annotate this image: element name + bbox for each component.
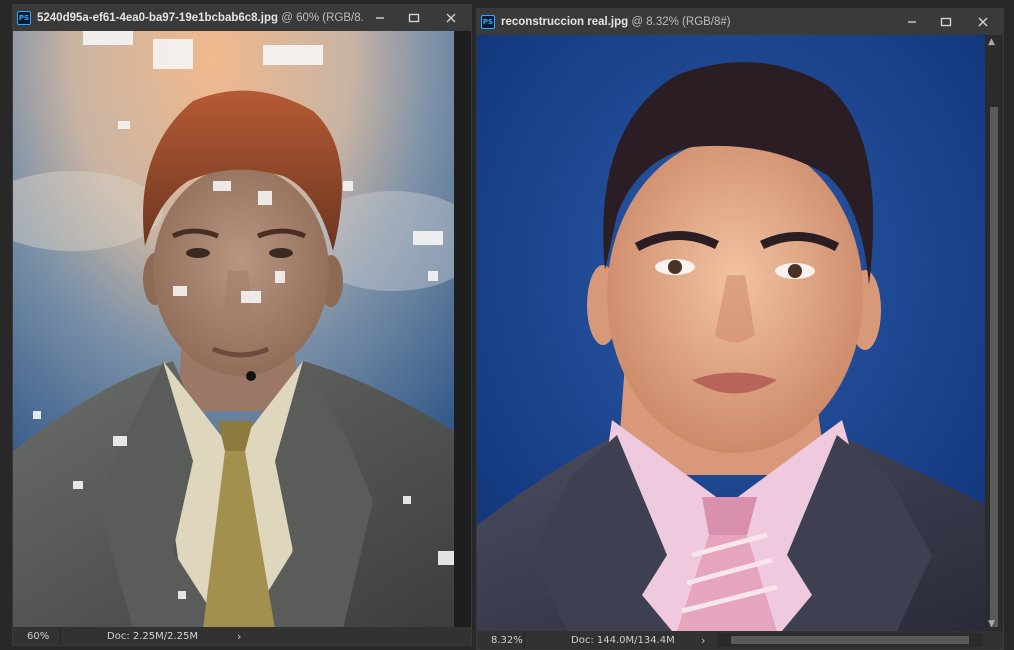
vertical-scrollbar[interactable]: ▲ ▼ [985, 35, 1003, 631]
document-size: Doc: 2.25M/2.25M [107, 630, 199, 642]
window-titlebar[interactable]: PS 5240d95a-ef61-4ea0-ba97-19e1bcbab6c8.… [13, 5, 471, 31]
document-size: Doc: 144.0M/134.4M [571, 634, 675, 646]
chevron-right-icon[interactable]: › [237, 630, 241, 643]
restore-button[interactable] [397, 5, 431, 31]
restore-button[interactable] [929, 9, 963, 35]
scrollbar-thumb[interactable] [731, 636, 969, 644]
file-mode: @ 60% (RGB/8... [278, 12, 363, 24]
close-button[interactable] [431, 5, 471, 31]
document-canvas[interactable] [13, 31, 454, 629]
minimize-icon [376, 17, 384, 19]
status-bar: 8.32% Doc: 144.0M/134.4M › [477, 631, 1003, 649]
scroll-down-icon[interactable]: ▼ [988, 619, 995, 629]
restore-icon [408, 13, 420, 23]
photoshop-icon: PS [17, 11, 31, 25]
window-title: 5240d95a-ef61-4ea0-ba97-19e1bcbab6c8.jpg… [37, 12, 363, 24]
restore-icon [940, 17, 952, 27]
damaged-portrait-image [13, 31, 454, 629]
chevron-right-icon[interactable]: › [701, 634, 705, 647]
scroll-up-icon[interactable]: ▲ [988, 37, 995, 47]
photoshop-icon: PS [481, 15, 495, 29]
minimize-button[interactable] [895, 9, 929, 35]
scrollbar-thumb[interactable] [990, 107, 998, 627]
close-icon [978, 17, 988, 27]
horizontal-scrollbar[interactable] [717, 633, 983, 647]
file-mode: @ 8.32% (RGB/8#) [628, 16, 731, 28]
file-name: reconstruccion real.jpg [501, 16, 629, 28]
window-title: reconstruccion real.jpg @ 8.32% (RGB/8#) [501, 16, 895, 28]
close-icon [446, 13, 456, 23]
minimize-icon [908, 21, 916, 23]
document-window-original[interactable]: PS 5240d95a-ef61-4ea0-ba97-19e1bcbab6c8.… [12, 4, 472, 646]
window-titlebar[interactable]: PS reconstruccion real.jpg @ 8.32% (RGB/… [477, 9, 1003, 35]
file-name: 5240d95a-ef61-4ea0-ba97-19e1bcbab6c8.jpg [37, 12, 279, 24]
document-window-reconstruction[interactable]: PS reconstruccion real.jpg @ 8.32% (RGB/… [476, 8, 1004, 650]
close-button[interactable] [963, 9, 1003, 35]
zoom-level[interactable]: 8.32% [477, 631, 525, 649]
document-canvas[interactable] [477, 35, 986, 631]
status-bar: 60% Doc: 2.25M/2.25M › [13, 627, 471, 645]
restored-portrait-image [477, 35, 986, 631]
zoom-level[interactable]: 60% [13, 627, 61, 645]
minimize-button[interactable] [363, 5, 397, 31]
